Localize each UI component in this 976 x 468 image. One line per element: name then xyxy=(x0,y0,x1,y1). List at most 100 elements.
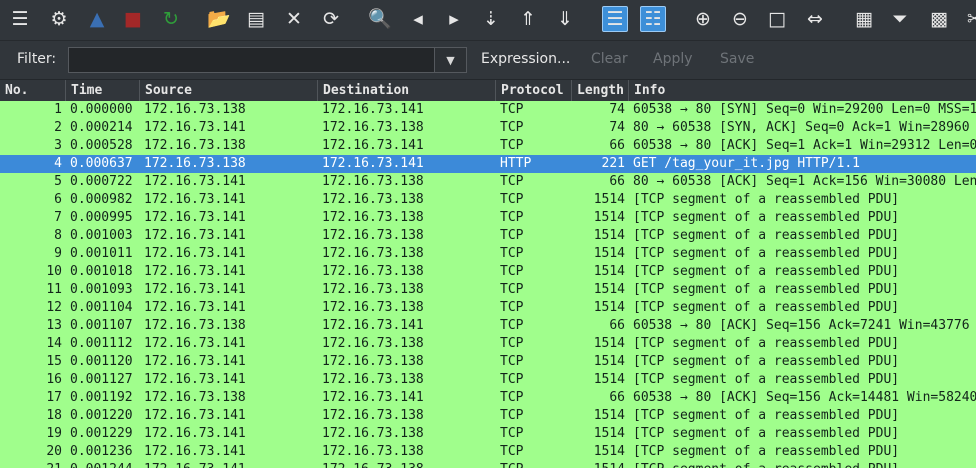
packet-length: 221 xyxy=(601,156,625,171)
column-header-source[interactable]: Source xyxy=(140,80,318,101)
packet-protocol: TCP xyxy=(500,461,572,468)
capture-options-icon: ⚙ xyxy=(50,7,68,30)
packet-protocol: TCP xyxy=(500,174,524,189)
colorize-button[interactable]: ☰ xyxy=(602,6,628,32)
packet-info: 60538 → 80 [ACK] Seq=156 Ack=7241 Win=43… xyxy=(633,318,976,333)
main-toolbar: ☰ ⚙ ▲ ■ ↻ 📂 ▤ ✕ ⟳ 🔍 ◂ ▸ ⇣ ⇑ ⇓ ☰ ☷ ⊕ ⊖ □ ⇔ ▦ ⏷ ▩ ✂ xyxy=(0,0,976,41)
packet-info: [TCP segment of a reassembled PDU] xyxy=(633,444,900,459)
interface-list-button[interactable]: ☰ xyxy=(7,6,33,32)
zoom-out-button[interactable]: ⊖ xyxy=(727,6,753,32)
packet-number: 8 xyxy=(54,228,62,243)
restart-capture-button[interactable]: ↻ xyxy=(158,6,184,32)
apply-button[interactable]: Apply xyxy=(653,51,693,67)
expression-button[interactable]: Expression... xyxy=(481,51,570,67)
go-to-packet-button[interactable]: ⇣ xyxy=(478,6,504,32)
go-first-packet-button[interactable]: ⇑ xyxy=(515,6,541,32)
packet-info: 60538 → 80 [SYN] Seq=0 Win=29200 Len=0 M… xyxy=(633,102,976,117)
save-file-icon: ▤ xyxy=(247,7,265,30)
stop-capture-button[interactable]: ■ xyxy=(120,6,146,32)
table-row[interactable]: 14 0.001112 172.16.73.141 172.16.73.138 TCP 1… xyxy=(0,335,976,353)
column-header-protocol[interactable]: Protocol xyxy=(496,80,572,101)
find-packet-button[interactable]: 🔍 xyxy=(367,6,393,32)
packet-destination: 172.16.73.141 xyxy=(322,156,424,171)
packet-protocol: TCP xyxy=(500,228,524,243)
auto-scroll-button[interactable]: ☷ xyxy=(640,6,666,32)
save-file-button[interactable]: ▤ xyxy=(243,6,269,32)
packet-list[interactable]: 1 0.000000 172.16.73.138 172.16.73.141 TCP 74… xyxy=(0,101,976,468)
table-row[interactable]: 6 0.000982 172.16.73.141 172.16.73.138 TCP 15… xyxy=(0,191,976,209)
start-capture-icon: ▲ xyxy=(89,7,105,30)
table-row[interactable]: 3 0.000528 172.16.73.138 172.16.73.141 TCP 66… xyxy=(0,137,976,155)
column-header-no[interactable]: No. xyxy=(0,80,66,101)
clear-button[interactable]: Clear xyxy=(591,51,628,67)
go-forward-button[interactable]: ▸ xyxy=(441,6,467,32)
open-file-button[interactable]: 📂 xyxy=(206,6,232,32)
filter-input[interactable] xyxy=(68,47,434,73)
coloring-rules-button[interactable]: ▩ xyxy=(926,6,952,32)
packet-source: 172.16.73.138 xyxy=(144,390,246,405)
filter-history-dropdown[interactable]: ▼ xyxy=(434,47,467,73)
preferences-button[interactable]: ✂ xyxy=(962,6,976,32)
column-header-length[interactable]: Length xyxy=(572,80,629,101)
column-header-info[interactable]: Info xyxy=(629,80,976,101)
table-row[interactable]: 20 0.001236 172.16.73.141 172.16.73.138 TCP 1… xyxy=(0,443,976,461)
table-row[interactable]: 9 0.001011 172.16.73.141 172.16.73.138 TCP 15… xyxy=(0,245,976,263)
table-row[interactable]: 18 0.001220 172.16.73.141 172.16.73.138 TCP 1… xyxy=(0,407,976,425)
table-row[interactable]: 16 0.001127 172.16.73.141 172.16.73.138 TCP 1… xyxy=(0,371,976,389)
resize-columns-button[interactable]: ⇔ xyxy=(802,6,828,32)
go-back-button[interactable]: ◂ xyxy=(405,6,431,32)
packet-source: 172.16.73.141 xyxy=(144,461,318,468)
table-row[interactable]: 19 0.001229 172.16.73.141 172.16.73.138 TCP 1… xyxy=(0,425,976,443)
packet-destination: 172.16.73.138 xyxy=(322,210,424,225)
zoom-in-button[interactable]: ⊕ xyxy=(690,6,716,32)
display-filters-icon: ⏷ xyxy=(892,7,908,30)
capture-filters-button[interactable]: ▦ xyxy=(851,6,877,32)
packet-number: 11 xyxy=(46,282,62,297)
packet-protocol: TCP xyxy=(500,408,524,423)
save-filter-button[interactable]: Save xyxy=(720,51,754,67)
packet-length: 1514 xyxy=(593,228,625,243)
restart-capture-icon: ↻ xyxy=(163,7,179,30)
packet-time: 0.000214 xyxy=(70,120,133,135)
packet-time: 0.001244 xyxy=(70,461,140,468)
normal-size-button[interactable]: □ xyxy=(764,6,790,32)
table-row[interactable]: 10 0.001018 172.16.73.141 172.16.73.138 TCP 1… xyxy=(0,263,976,281)
table-row[interactable]: 2 0.000214 172.16.73.141 172.16.73.138 TCP 74… xyxy=(0,119,976,137)
start-capture-button[interactable]: ▲ xyxy=(84,6,110,32)
table-row[interactable]: 12 0.001104 172.16.73.141 172.16.73.138 TCP 1… xyxy=(0,299,976,317)
go-to-packet-icon: ⇣ xyxy=(483,7,499,30)
table-row[interactable]: 13 0.001107 172.16.73.138 172.16.73.141 TCP 6… xyxy=(0,317,976,335)
packet-destination: 172.16.73.138 xyxy=(322,444,424,459)
table-row[interactable]: 15 0.001120 172.16.73.141 172.16.73.138 TCP 1… xyxy=(0,353,976,371)
packet-number: 17 xyxy=(46,390,62,405)
packet-protocol: TCP xyxy=(500,102,524,117)
table-row[interactable]: 4 0.000637 172.16.73.138 172.16.73.141 HTTP 2… xyxy=(0,155,976,173)
close-file-button[interactable]: ✕ xyxy=(281,6,307,32)
table-row[interactable]: 21 0.001244 172.16.73.141 172.16.73.138 TCP1… xyxy=(0,461,976,468)
packet-number: 1 xyxy=(54,102,62,117)
find-packet-icon: 🔍 xyxy=(368,7,392,30)
packet-info: [TCP segment of a reassembled PDU] xyxy=(633,282,900,297)
packet-destination: 172.16.73.138 xyxy=(322,228,424,243)
packet-source: 172.16.73.141 xyxy=(144,228,246,243)
table-row[interactable]: 5 0.000722 172.16.73.141 172.16.73.138 TCP 66… xyxy=(0,173,976,191)
packet-source: 172.16.73.138 xyxy=(144,156,246,171)
packet-time: 0.001112 xyxy=(70,336,133,351)
go-last-packet-button[interactable]: ⇓ xyxy=(552,6,578,32)
table-row[interactable]: 7 0.000995 172.16.73.141 172.16.73.138 TCP 15… xyxy=(0,209,976,227)
capture-filters-icon: ▦ xyxy=(855,7,873,30)
column-header-time[interactable]: Time xyxy=(66,80,140,101)
display-filters-button[interactable]: ⏷ xyxy=(887,6,913,32)
capture-options-button[interactable]: ⚙ xyxy=(46,6,72,32)
table-row[interactable]: 8 0.001003 172.16.73.141 172.16.73.138 TCP 15… xyxy=(0,227,976,245)
table-row[interactable]: 17 0.001192 172.16.73.138 172.16.73.141 TCP 6… xyxy=(0,389,976,407)
column-header-destination[interactable]: Destination xyxy=(318,80,496,101)
packet-source: 172.16.73.141 xyxy=(144,246,246,261)
reload-button[interactable]: ⟳ xyxy=(318,6,344,32)
packet-length: 1514 xyxy=(593,210,625,225)
packet-time: 0.001220 xyxy=(70,408,133,423)
packet-destination: 172.16.73.141 xyxy=(322,138,424,153)
table-row[interactable]: 11 0.001093 172.16.73.141 172.16.73.138 TCP 1… xyxy=(0,281,976,299)
packet-source: 172.16.73.141 xyxy=(144,408,246,423)
table-row[interactable]: 1 0.000000 172.16.73.138 172.16.73.141 TCP 74… xyxy=(0,101,976,119)
